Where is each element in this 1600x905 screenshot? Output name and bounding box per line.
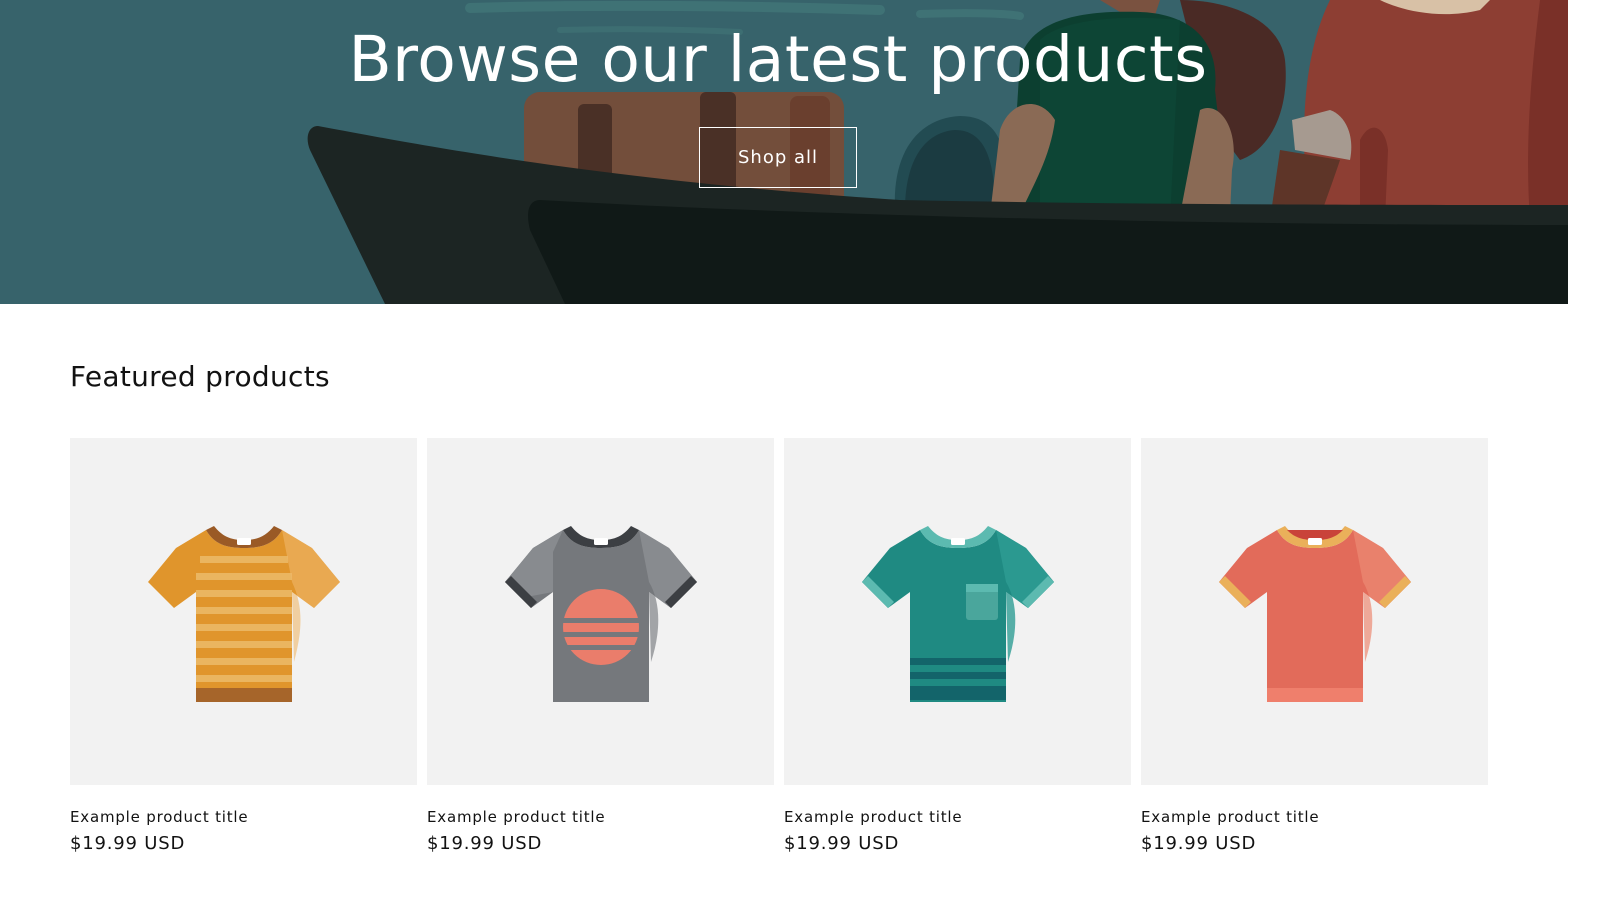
scrollbar[interactable] — [1568, 0, 1600, 905]
product-image[interactable] — [70, 438, 417, 785]
pocket-tshirt-icon — [861, 525, 1054, 702]
product-card[interactable]: Example product title $19.99 USD — [427, 438, 774, 868]
product-image[interactable] — [427, 438, 774, 785]
product-title[interactable]: Example product title — [1141, 808, 1319, 826]
product-price: $19.99 USD — [70, 833, 186, 854]
shop-all-button[interactable]: Shop all — [699, 127, 857, 188]
striped-tshirt-icon — [147, 525, 340, 702]
featured-products-heading: Featured products — [70, 360, 330, 393]
product-title[interactable]: Example product title — [70, 808, 248, 826]
hero-banner: Browse our latest products Shop all — [0, 0, 1568, 304]
product-title[interactable]: Example product title — [427, 808, 605, 826]
hero-title: Browse our latest products — [348, 23, 1208, 96]
product-card[interactable]: Example product title $19.99 USD — [1141, 438, 1488, 868]
product-title[interactable]: Example product title — [784, 808, 962, 826]
product-price: $19.99 USD — [427, 833, 543, 854]
product-price: $19.99 USD — [1141, 833, 1257, 854]
plain-tshirt-icon — [1218, 525, 1411, 702]
product-image[interactable] — [784, 438, 1131, 785]
product-price: $19.99 USD — [784, 833, 900, 854]
product-image[interactable] — [1141, 438, 1488, 785]
sunset-tshirt-icon — [504, 525, 697, 702]
product-card[interactable]: Example product title $19.99 USD — [70, 438, 417, 868]
product-card[interactable]: Example product title $19.99 USD — [784, 438, 1131, 868]
product-grid: Example product title $19.99 USD Example… — [70, 438, 1488, 878]
